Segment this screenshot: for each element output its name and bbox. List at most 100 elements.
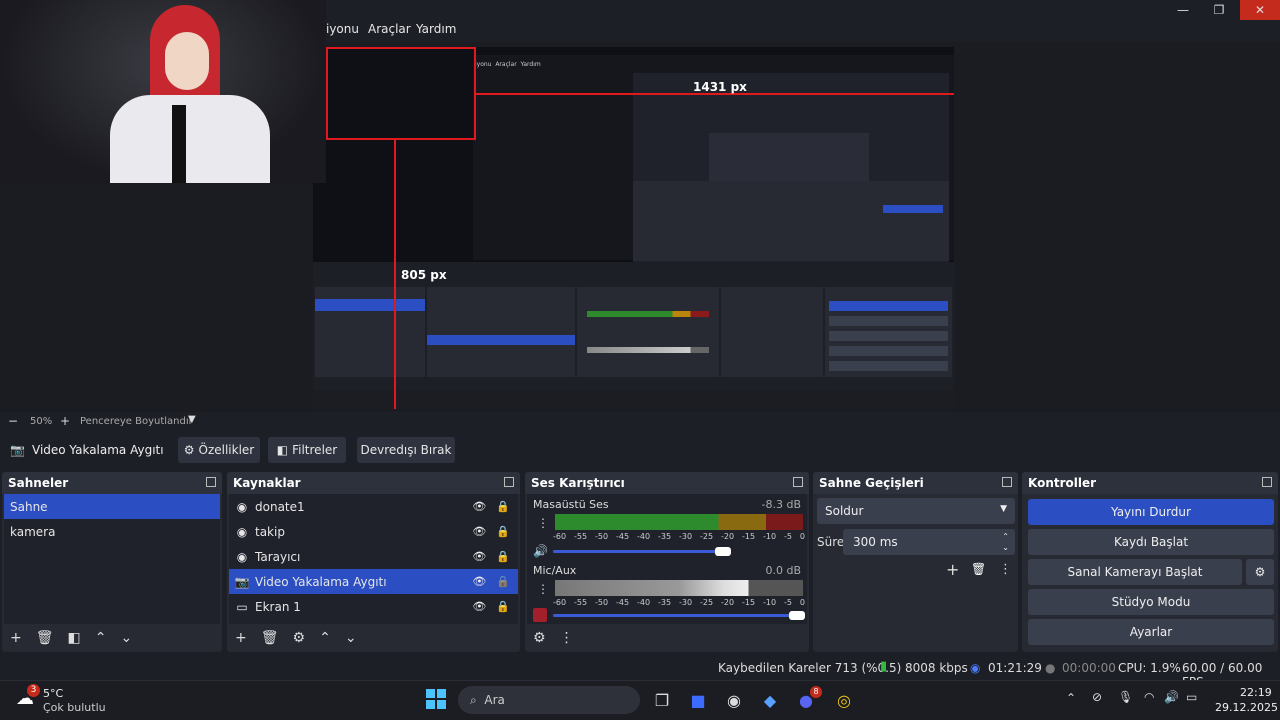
restore-button[interactable]: ❐ — [1196, 0, 1242, 20]
filter-icon[interactable]: ◧ — [68, 630, 81, 646]
source-item-selected[interactable]: 📷 Video Yakalama Aygıtı 👁 🔒 — [229, 569, 518, 594]
chrome-icon[interactable]: ◎ — [832, 688, 856, 712]
virtual-camera-settings-button[interactable]: ⚙ — [1246, 559, 1274, 585]
menu-item-help[interactable]: Yardım — [416, 22, 456, 36]
volume-slider[interactable] — [553, 550, 723, 553]
volume-meter — [555, 514, 803, 522]
sources-header: Kaynaklar — [227, 472, 520, 494]
settings-button[interactable]: Ayarlar — [1028, 619, 1274, 645]
lock-icon[interactable]: 🔒 — [496, 575, 510, 588]
app-icon[interactable]: ■ — [686, 688, 710, 712]
chevron-up-icon[interactable]: ⌃ — [319, 630, 331, 646]
close-button[interactable]: ✕ — [1240, 0, 1280, 20]
gear-icon[interactable]: ⚙ — [293, 630, 306, 646]
volume-slider-knob[interactable] — [789, 611, 805, 620]
more-icon[interactable]: ⋮ — [537, 516, 549, 530]
zoom-mode[interactable]: Pencereye Boyutlandır — [80, 416, 193, 427]
source-item[interactable]: ◉ Tarayıcı 👁 🔒 — [229, 544, 518, 569]
battery-icon[interactable]: ▭ — [1186, 690, 1197, 704]
nested-taskbar — [313, 390, 954, 409]
windows-start-icon[interactable] — [426, 689, 446, 709]
deactivate-button[interactable]: Devredışı Bırak — [357, 437, 455, 463]
app-icon[interactable]: ◆ — [758, 688, 782, 712]
eye-icon[interactable]: 👁 — [472, 500, 486, 513]
nested-inner-docks — [633, 181, 949, 261]
source-item[interactable]: ◉ takip 👁 🔒 — [229, 519, 518, 544]
volume-slider-knob[interactable] — [715, 547, 731, 556]
audio-header: Ses Karıştırıcı — [525, 472, 809, 494]
discord-badge: 8 — [810, 686, 822, 698]
stop-stream-button[interactable]: Yayını Durdur — [1028, 499, 1274, 525]
scene-item-kamera[interactable]: kamera — [4, 519, 220, 544]
virtual-camera-button[interactable]: Sanal Kamerayı Başlat — [1028, 559, 1242, 585]
transition-select[interactable]: Soldur ▼ — [817, 498, 1015, 524]
chevron-up-icon[interactable]: ⌃ — [95, 630, 107, 646]
lock-icon[interactable]: 🔒 — [496, 600, 510, 613]
stepper-icon[interactable]: ⌃ ⌄ — [1002, 531, 1009, 553]
monitor-icon: ▭ — [236, 599, 248, 614]
add-icon[interactable]: + — [946, 560, 959, 579]
volume-icon[interactable]: 🔊 — [1164, 690, 1179, 704]
gear-icon[interactable]: ⚙ — [533, 630, 546, 646]
filters-button[interactable]: ◧ Filtreler — [268, 437, 346, 463]
weather-badge: 3 — [27, 684, 40, 697]
dropped-frames: Kaybedilen Kareler 713 (%0.5) — [718, 661, 902, 675]
eye-icon[interactable]: 👁 — [472, 525, 486, 538]
undock-icon[interactable] — [504, 477, 514, 487]
chevron-up-icon[interactable]: ⌃ — [1066, 691, 1076, 705]
taskbar-search[interactable]: ⌕ Ara — [458, 686, 640, 714]
scene-item-sahne[interactable]: Sahne — [4, 494, 220, 519]
menu-item-view[interactable]: iyonu — [326, 22, 359, 36]
chevron-down-icon[interactable]: ▼ — [188, 414, 196, 425]
undock-icon[interactable] — [793, 477, 803, 487]
lock-icon[interactable]: 🔒 — [496, 525, 510, 538]
source-item[interactable]: ◉ donate1 👁 🔒 — [229, 494, 518, 519]
task-view-icon[interactable]: ❐ — [650, 688, 674, 712]
eye-icon[interactable]: 👁 — [472, 575, 486, 588]
chevron-down-icon[interactable]: ⌄ — [345, 630, 357, 646]
undock-icon[interactable] — [1262, 477, 1272, 487]
mic-muted-icon[interactable] — [533, 608, 547, 622]
nested-audio-dock — [577, 287, 719, 377]
record-status-icon: ● — [1045, 661, 1056, 675]
more-icon[interactable]: ⋮ — [560, 630, 574, 646]
undock-icon[interactable] — [1002, 477, 1012, 487]
lock-icon[interactable]: 🔒 — [496, 550, 510, 563]
trash-icon[interactable]: 🗑 — [971, 562, 986, 576]
more-icon[interactable]: ⋮ — [537, 582, 549, 596]
eye-icon[interactable]: 👁 — [472, 550, 486, 563]
nested-transitions-dock — [721, 287, 823, 377]
chevron-down-icon: ▼ — [1000, 504, 1007, 514]
source-item[interactable]: ▭ Ekran 1 👁 🔒 — [229, 594, 518, 619]
lock-icon[interactable]: 🔒 — [496, 500, 510, 513]
trash-icon[interactable]: 🗑 — [261, 630, 279, 646]
volume-meter — [555, 580, 803, 588]
wifi-icon[interactable]: ◠ — [1144, 690, 1154, 704]
clock-date[interactable]: 29.12.2025 — [1215, 701, 1278, 714]
menu-item-tools[interactable]: Araçlar — [368, 22, 411, 36]
studio-mode-button[interactable]: Stüdyo Modu — [1028, 589, 1274, 615]
chevron-down-icon[interactable]: ⌄ — [120, 630, 132, 646]
start-record-button[interactable]: Kaydı Başlat — [1028, 529, 1274, 555]
undock-icon[interactable] — [206, 477, 216, 487]
clock-time[interactable]: 22:19 — [1240, 686, 1272, 699]
nested-controls-dock — [825, 287, 952, 377]
add-icon[interactable]: + — [235, 630, 247, 646]
preview-canvas[interactable]: iyonu Araçlar Yardım 1431 px 805 px — [313, 47, 954, 409]
duration-input[interactable]: 300 ms ⌃ ⌄ — [843, 529, 1015, 555]
selection-box-camera[interactable] — [326, 47, 476, 140]
zoom-out-button[interactable]: − — [8, 414, 18, 428]
trash-icon[interactable]: 🗑 — [36, 630, 54, 646]
channel-name: Mic/Aux — [533, 564, 577, 577]
more-icon[interactable]: ⋮ — [999, 562, 1012, 577]
add-icon[interactable]: + — [10, 630, 22, 646]
zoom-in-button[interactable]: + — [60, 414, 70, 428]
eye-icon[interactable]: 👁 — [472, 600, 486, 613]
properties-button[interactable]: ⚙ Özellikler — [178, 437, 260, 463]
network-icon[interactable]: ⊘ — [1092, 690, 1102, 704]
controls-dock: Kontroller Yayını Durdur Kaydı Başlat Sa… — [1022, 472, 1278, 652]
speaker-icon[interactable]: 🔊 — [533, 544, 548, 558]
volume-slider[interactable] — [553, 614, 799, 617]
obs-icon[interactable]: ◉ — [722, 688, 746, 712]
microphone-icon[interactable]: 🎙 — [1118, 690, 1133, 704]
